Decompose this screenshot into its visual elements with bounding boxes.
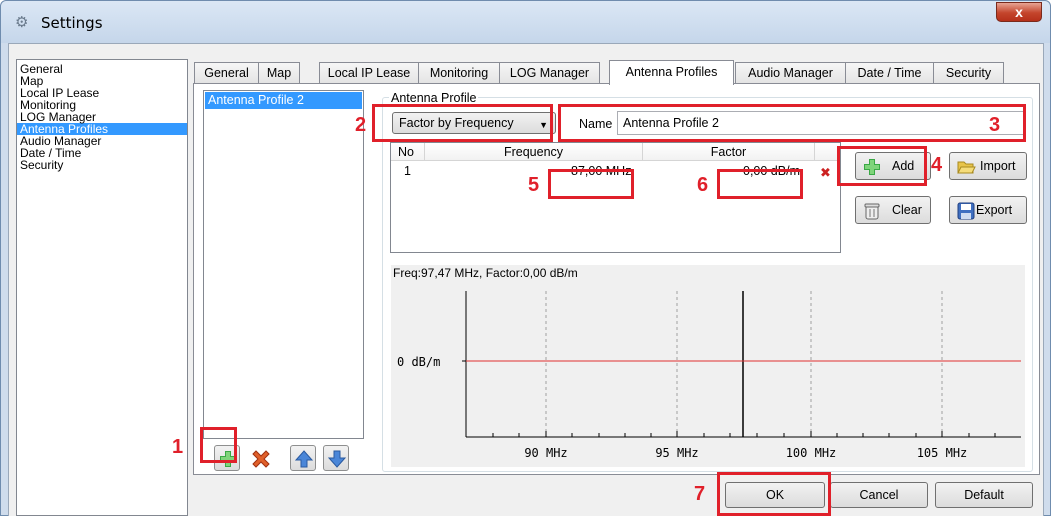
graph-x-tick-label-100: 100 MHz [786,446,837,460]
column-header-factor[interactable]: Factor [643,143,815,161]
tab-date-time[interactable]: Date / Time [845,62,934,84]
name-label: Name [579,117,613,131]
frequency-graph[interactable]: 0 dB/m 90 MHz 95 MHz 100 MHz 105 MHz [391,265,1025,467]
tab-security[interactable]: Security [933,62,1004,84]
antenna-profile-group-label: Antenna Profile [389,91,479,105]
antenna-profiles-panel: Antenna Profile 2 Antenna Profile Factor… [193,83,1040,475]
annotation-number-1: 1 [172,436,184,458]
dropdown-arrow-icon: ▼ [539,120,548,130]
ok-button[interactable]: OK [725,482,825,508]
graph-x-ticks [492,431,996,437]
close-button[interactable]: x [996,2,1042,22]
export-button[interactable]: Export [949,196,1027,224]
graph-x-tick-label-95: 95 MHz [655,446,698,460]
window-title: Settings [41,14,103,32]
import-button[interactable]: Import [949,152,1027,180]
profile-list[interactable]: Antenna Profile 2 [203,90,364,439]
default-button[interactable]: Default [935,482,1033,508]
row-frequency[interactable]: 87,00 MHz [571,162,631,181]
folder-open-icon [957,161,976,174]
title-bar[interactable]: ⚙ Settings x [1,1,1050,43]
tab-monitoring[interactable]: Monitoring [418,62,500,84]
annotation-number-7: 7 [694,483,706,505]
row-no: 1 [404,164,411,178]
annotation-number-2: 2 [355,114,367,136]
graph-x-tick-label-90: 90 MHz [524,446,567,460]
cancel-button[interactable]: Cancel [830,482,928,508]
mode-select-value: Factor by Frequency [399,116,514,130]
graph-canvas: 0 dB/m 90 MHz 95 MHz 100 MHz 105 MHz [397,291,1021,460]
add-button-label: Add [892,159,915,173]
floppy-disk-icon [957,202,975,220]
graph-caption: Freq:97,47 MHz, Factor:0,00 dB/m [393,266,578,280]
annotation-number-6: 6 [697,174,709,196]
settings-client-area: General Map Local IP Lease Monitoring LO… [8,43,1044,516]
profile-list-item[interactable]: Antenna Profile 2 [205,92,362,109]
profile-name-input[interactable]: Antenna Profile 2 [617,111,1025,135]
graph-x-tick-label-105: 105 MHz [917,446,968,460]
trash-icon [864,203,880,220]
plus-icon [220,451,236,467]
settings-nav-list[interactable]: General Map Local IP Lease Monitoring LO… [16,59,188,516]
row-factor[interactable]: 0,00 dB/m [743,162,800,181]
settings-gear-icon: ⚙ [15,14,29,31]
column-header-no[interactable]: No [391,143,425,161]
delete-row-icon[interactable]: ✖ [820,165,831,181]
delete-x-icon [252,450,270,468]
export-button-label: Export [976,203,1013,217]
tab-audio-manager[interactable]: Audio Manager [735,62,846,84]
frequency-table[interactable]: No Frequency Factor 1 87,00 MHz 0,00 dB/… [390,142,841,253]
add-profile-button[interactable] [214,445,240,471]
mode-select[interactable]: Factor by Frequency ▼ [392,112,556,134]
arrow-down-icon [327,450,347,468]
annotation-number-3: 3 [989,114,1001,136]
move-down-button[interactable] [323,445,349,471]
clear-button[interactable]: Clear [855,196,931,224]
plus-icon [864,159,880,175]
column-header-frequency[interactable]: Frequency [425,143,643,161]
add-button[interactable]: Add [855,152,931,180]
annotation-number-5: 5 [528,174,540,196]
tab-general[interactable]: General [194,62,259,84]
close-icon: x [1015,4,1023,20]
arrow-up-icon [294,450,314,468]
clear-button-label: Clear [892,203,922,217]
import-button-label: Import [980,159,1016,173]
tab-local-ip-lease[interactable]: Local IP Lease [319,62,419,84]
settings-window: ⚙ Settings x General Map Local IP Lease … [0,0,1051,516]
tab-antenna-profiles[interactable]: Antenna Profiles [609,60,734,85]
tab-log-manager[interactable]: LOG Manager [499,62,600,84]
delete-profile-button[interactable] [247,445,273,471]
column-header-action [815,143,840,161]
annotation-number-4: 4 [931,154,943,176]
move-up-button[interactable] [290,445,316,471]
nav-item-security[interactable]: Security [17,159,187,171]
tab-map[interactable]: Map [258,62,300,84]
graph-y-label: 0 dB/m [397,355,440,369]
